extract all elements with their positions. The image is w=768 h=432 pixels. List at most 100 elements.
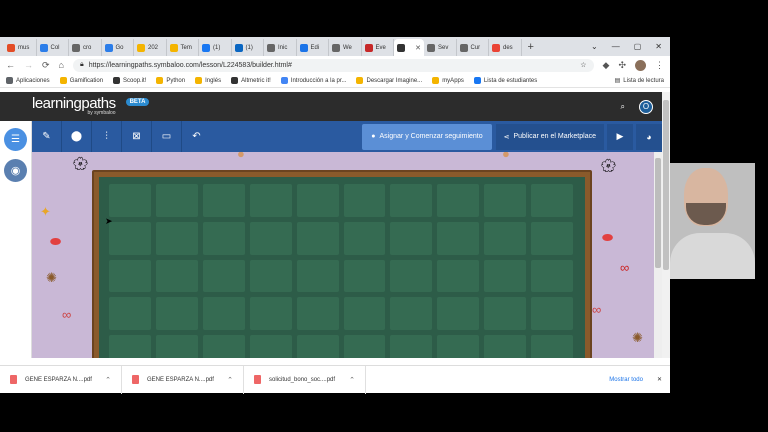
minimize-button[interactable]: — xyxy=(612,42,620,51)
browser-tab[interactable]: Go xyxy=(102,39,134,56)
board-cell[interactable] xyxy=(109,297,151,331)
bookmark-reading-list[interactable]: ▤ Lista de lectura xyxy=(615,77,664,85)
board-cell[interactable] xyxy=(343,184,386,217)
board-cell[interactable] xyxy=(343,259,386,293)
crop-icon[interactable]: ⊠ xyxy=(122,121,151,152)
board-cell[interactable] xyxy=(155,184,198,217)
board-cell[interactable] xyxy=(109,335,151,358)
tag-icon[interactable]: ⬤ xyxy=(62,121,91,152)
board-cell[interactable] xyxy=(202,221,245,255)
browser-tab[interactable]: cro xyxy=(69,39,102,56)
close-tab-icon[interactable]: ✕ xyxy=(415,44,421,52)
canvas-scrollbar-thumb[interactable] xyxy=(655,158,661,268)
page-scrollbar[interactable] xyxy=(662,92,670,358)
browser-tab[interactable]: ✕ xyxy=(394,39,424,56)
board-cell[interactable] xyxy=(437,335,480,358)
org-chart-icon[interactable]: ⫶ xyxy=(92,121,121,152)
board-cell[interactable] xyxy=(531,221,573,255)
bookmark-item[interactable]: myApps xyxy=(432,77,464,84)
download-item[interactable]: GENE ESPARZA N....pdf ⌃ xyxy=(122,365,244,394)
board-cell[interactable] xyxy=(437,184,480,217)
board-cell[interactable] xyxy=(390,335,433,358)
download-item[interactable]: GENE ESPARZA N....pdf ⌃ xyxy=(0,365,122,394)
board-cell[interactable] xyxy=(484,184,527,217)
board-cell[interactable] xyxy=(155,221,198,255)
pie-chart-icon[interactable]: ◕ xyxy=(636,123,662,150)
board-cell[interactable] xyxy=(437,221,480,255)
undo-icon[interactable]: ↶ xyxy=(182,121,211,152)
chevron-up-icon[interactable]: ⌃ xyxy=(227,376,233,384)
board-cell[interactable] xyxy=(296,297,339,331)
board-cell[interactable] xyxy=(437,297,480,331)
board-cell[interactable] xyxy=(202,184,245,217)
board-cell[interactable] xyxy=(343,297,386,331)
close-window-button[interactable]: ✕ xyxy=(655,42,662,51)
profile-menu-icon[interactable]: ⌄ xyxy=(591,42,598,51)
show-all-downloads-link[interactable]: Mostrar todo xyxy=(609,377,643,383)
star-icon[interactable]: ☆ xyxy=(580,61,586,69)
board-cell[interactable] xyxy=(484,335,527,358)
browser-tab[interactable]: Inic xyxy=(264,39,297,56)
board-cell[interactable] xyxy=(296,184,339,217)
board-cell[interactable] xyxy=(531,184,573,217)
board-cell[interactable] xyxy=(343,335,386,358)
app-logo[interactable]: learningpaths by symbaloo xyxy=(32,96,116,116)
chevron-up-icon[interactable]: ⌃ xyxy=(349,376,355,384)
forward-icon[interactable]: → xyxy=(24,60,33,70)
url-field[interactable]: 🔒︎ https://learningpaths.symbaloo.com/le… xyxy=(72,58,594,72)
board-cell[interactable] xyxy=(109,184,151,217)
home-icon[interactable]: ⌂ xyxy=(59,60,64,70)
board-cell[interactable] xyxy=(484,259,527,293)
browser-tab[interactable]: Col xyxy=(37,39,69,56)
bookmark-item[interactable]: Inglés xyxy=(195,77,221,84)
board-cell[interactable] xyxy=(249,184,292,217)
board-cell[interactable] xyxy=(531,335,573,358)
puzzle-icon[interactable]: ✣ xyxy=(618,60,626,71)
bookmark-item[interactable]: Python xyxy=(156,77,185,84)
menu-icon[interactable]: ⋮ xyxy=(655,60,664,71)
browser-tab[interactable]: We xyxy=(329,39,362,56)
browser-tab[interactable]: 202 xyxy=(134,39,167,56)
board-cell[interactable] xyxy=(390,259,433,293)
board-cell[interactable] xyxy=(390,297,433,331)
download-item[interactable]: solicitud_bono_soc....pdf ⌃ xyxy=(244,365,366,394)
board-cell[interactable] xyxy=(109,221,151,255)
board-cell[interactable] xyxy=(202,297,245,331)
bookmark-item[interactable]: Altmetric it! xyxy=(231,77,271,84)
canvas-scrollbar[interactable] xyxy=(654,152,662,358)
board-cell[interactable] xyxy=(249,259,292,293)
bookmark-item[interactable]: Aplicaciones xyxy=(6,77,50,84)
board-cell[interactable] xyxy=(484,221,527,255)
board-cell[interactable] xyxy=(155,259,198,293)
list-view-icon[interactable]: ☰ xyxy=(4,128,27,151)
close-downloads-icon[interactable]: ✕ xyxy=(657,376,662,383)
browser-tab[interactable]: (1) xyxy=(199,39,232,56)
bookmark-item[interactable]: Introducción a la pr... xyxy=(280,77,346,84)
board-cell[interactable] xyxy=(202,259,245,293)
maximize-button[interactable]: ▢ xyxy=(634,42,642,51)
board-cell[interactable] xyxy=(531,259,573,293)
new-tab-button[interactable]: + xyxy=(528,39,534,56)
browser-tab[interactable]: Sev xyxy=(424,39,457,56)
browser-tab[interactable]: des xyxy=(489,39,522,56)
browser-tab[interactable]: Eve xyxy=(362,39,394,56)
board-cell[interactable] xyxy=(390,184,433,217)
board-cell[interactable] xyxy=(296,335,339,358)
browser-tab[interactable]: Edi xyxy=(297,39,329,56)
board-cell[interactable] xyxy=(202,335,245,358)
play-icon[interactable]: ▶ xyxy=(607,123,633,150)
screen-icon[interactable]: ▭ xyxy=(152,121,181,152)
board-cell[interactable] xyxy=(437,259,480,293)
reload-icon[interactable]: ⟳ xyxy=(42,60,50,71)
browser-tab[interactable]: (1) xyxy=(232,39,264,56)
board-cell[interactable] xyxy=(343,221,386,255)
board-cell[interactable] xyxy=(155,335,198,358)
board-cell[interactable] xyxy=(155,297,198,331)
board-cell[interactable] xyxy=(249,221,292,255)
scrollbar-thumb[interactable] xyxy=(663,100,669,270)
publish-button[interactable]: ⋖ Publicar en el Marketplace xyxy=(495,123,604,150)
board-cell[interactable] xyxy=(109,259,151,293)
bookmark-item[interactable]: Gamification xyxy=(59,77,103,84)
owl-icon[interactable]: ◉ xyxy=(4,159,27,182)
user-avatar[interactable]: O xyxy=(639,99,653,114)
